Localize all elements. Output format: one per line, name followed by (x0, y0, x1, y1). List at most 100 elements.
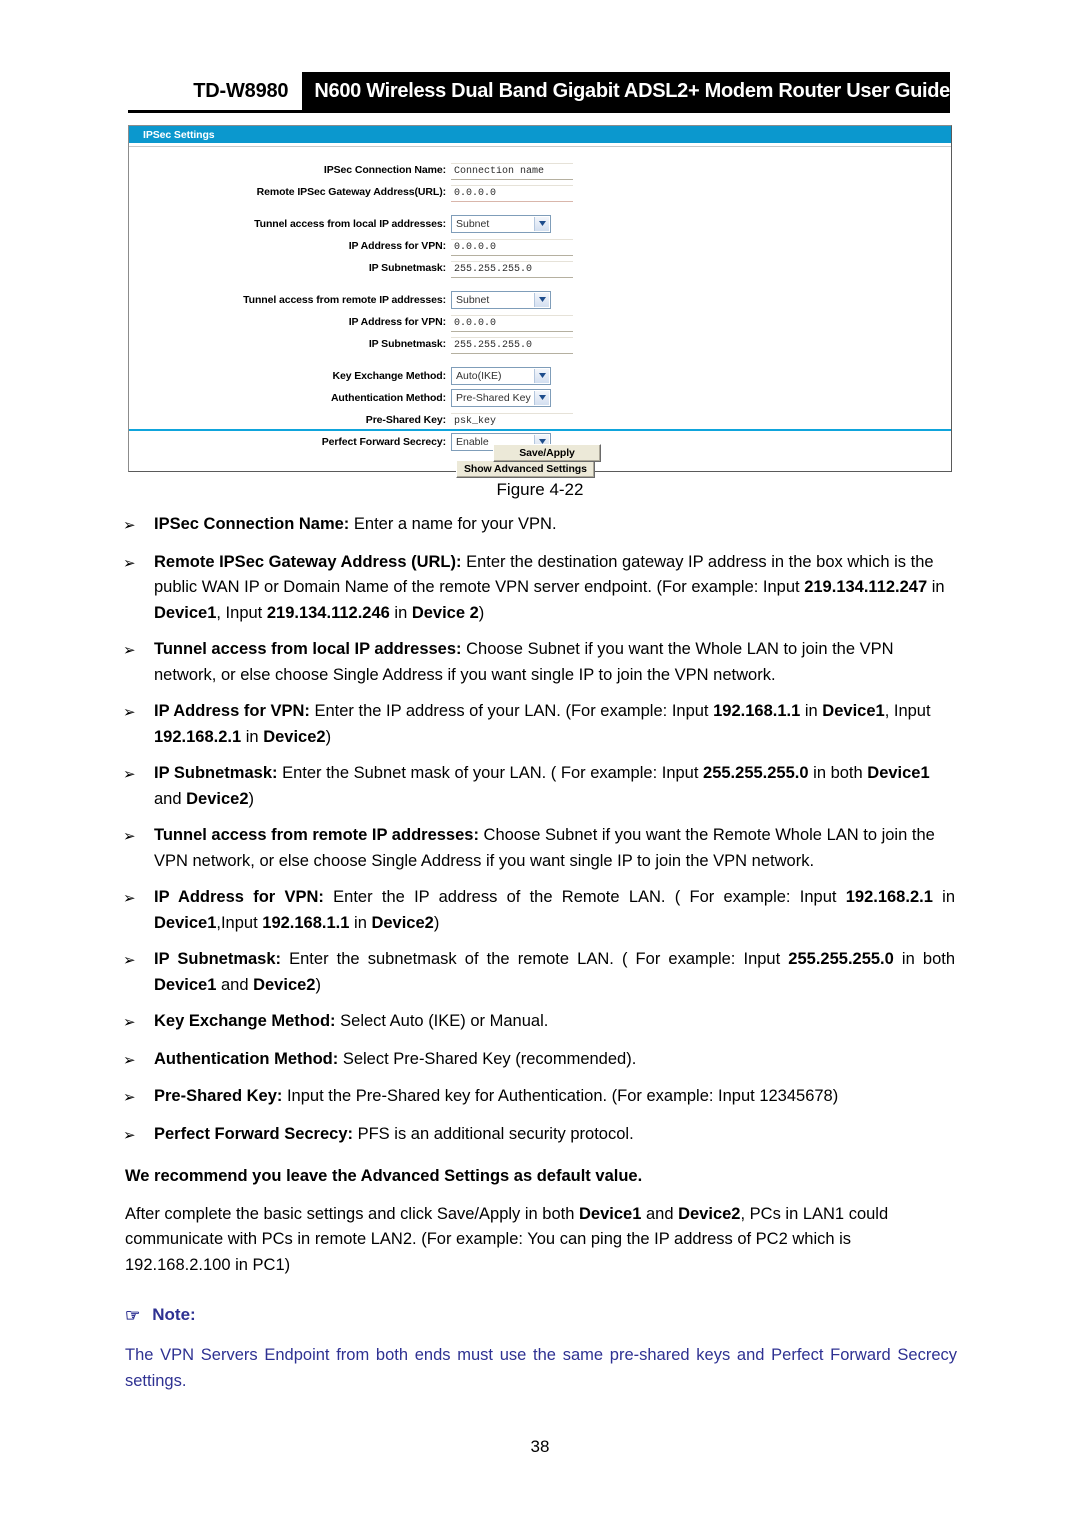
bullet-text: Authentication Method: Select Pre-Shared… (154, 1049, 637, 1068)
chevron-down-icon[interactable] (534, 368, 549, 383)
form-row-key-exchange: Key Exchange Method: Auto(IKE) (129, 365, 951, 386)
document-content: ➢ IPSec Connection Name: Enter a name fo… (123, 512, 955, 1290)
bullet-marker-icon: ➢ (123, 1089, 136, 1106)
label-tunnel-remote: Tunnel access from remote IP addresses: (243, 293, 446, 306)
label-remote-vpn-ip: IP Address for VPN: (348, 315, 446, 328)
field-remote-gateway (451, 182, 573, 202)
field-local-vpn-ip (451, 236, 573, 256)
field-key-exchange: Auto(IKE) (451, 366, 573, 385)
save-apply-button[interactable]: Save/Apply (493, 444, 601, 462)
bullet-text: IP Address for VPN: Enter the IP address… (154, 702, 931, 746)
show-advanced-settings-button[interactable]: Show Advanced Settings (456, 460, 595, 478)
bullet-connection-name: ➢ IPSec Connection Name: Enter a name fo… (123, 512, 955, 539)
bullet-tunnel-remote: ➢ Tunnel access from remote IP addresses… (123, 823, 955, 874)
tunnel-local-select-value: Subnet (456, 217, 490, 230)
remote-subnetmask-input[interactable] (451, 336, 573, 354)
remote-gateway-input[interactable] (451, 184, 573, 202)
local-vpn-ip-input[interactable] (451, 238, 573, 256)
form-row-local-subnetmask: IP Subnetmask: (129, 257, 951, 278)
form-row-preshared-key: Pre-Shared Key: (129, 409, 951, 430)
label-remote-subnetmask: IP Subnetmask: (368, 337, 446, 350)
bullet-local-subnetmask: ➢ IP Subnetmask: Enter the Subnet mask o… (123, 761, 955, 812)
bullet-preshared-key: ➢ Pre-Shared Key: Input the Pre-Shared k… (123, 1084, 955, 1111)
bullet-text: Remote IPSec Gateway Address (URL): Ente… (154, 552, 945, 622)
field-auth-method: Pre-Shared Key (451, 388, 573, 407)
label-key-exchange: Key Exchange Method: (332, 369, 446, 382)
bullet-marker-icon: ➢ (123, 766, 136, 783)
key-exchange-select[interactable]: Auto(IKE) (451, 366, 551, 385)
form-row-auth-method: Authentication Method: Pre-Shared Key (129, 387, 951, 408)
connection-name-input[interactable] (451, 162, 573, 180)
field-remote-vpn-ip (451, 312, 573, 332)
page-number: 38 (530, 1437, 550, 1456)
bullet-marker-icon: ➢ (123, 704, 136, 721)
field-remote-subnetmask (451, 334, 573, 354)
auth-method-select-value: Pre-Shared Key (456, 391, 531, 404)
key-exchange-select-value: Auto(IKE) (456, 369, 502, 382)
bullet-text: IPSec Connection Name: Enter a name for … (154, 515, 557, 533)
preshared-key-input[interactable] (451, 412, 573, 430)
save-apply-row: Save/Apply (129, 444, 951, 462)
bullet-marker-icon: ➢ (123, 890, 136, 907)
bullet-text: Key Exchange Method: Select Auto (IKE) o… (154, 1012, 549, 1030)
tunnel-local-select[interactable]: Subnet (451, 214, 551, 233)
chevron-down-icon[interactable] (534, 292, 549, 307)
figure-caption: Figure 4-22 (496, 480, 584, 499)
bullet-text: Pre-Shared Key: Input the Pre-Shared key… (154, 1087, 839, 1105)
closing-paragraph: After complete the basic settings and cl… (125, 1204, 889, 1274)
bullet-text: IP Subnetmask: Enter the Subnet mask of … (154, 764, 930, 808)
note-label: Note: (152, 1305, 196, 1324)
bullet-remote-vpn-ip: ➢ IP Address for VPN: Enter the IP addre… (123, 885, 955, 936)
bullet-key-exchange: ➢ Key Exchange Method: Select Auto (IKE)… (123, 1009, 955, 1036)
label-local-subnetmask: IP Subnetmask: (368, 261, 446, 274)
bullet-marker-icon: ➢ (123, 828, 136, 845)
field-preshared-key (451, 410, 573, 430)
bullet-text: IP Address for VPN: Enter the IP address… (154, 888, 955, 932)
header-model-name: TD-W8980 (128, 72, 303, 110)
panel-divider (129, 429, 951, 431)
bullet-marker-icon: ➢ (123, 952, 136, 969)
form-row-remote-gateway: Remote IPSec Gateway Address(URL): (129, 181, 951, 202)
bullet-text: IP Subnetmask: Enter the subnetmask of t… (154, 950, 956, 994)
note-heading: ☞ Note: (123, 1305, 957, 1325)
bullet-marker-icon: ➢ (123, 642, 136, 659)
field-local-subnetmask (451, 258, 573, 278)
bullet-remote-gateway: ➢ Remote IPSec Gateway Address (URL): En… (123, 550, 955, 627)
panel-title: IPSec Settings (129, 126, 951, 143)
bullet-text: Tunnel access from remote IP addresses: … (154, 826, 935, 870)
field-connection-name (451, 160, 573, 180)
chevron-down-icon[interactable] (534, 216, 549, 231)
form-row-tunnel-local: Tunnel access from local IP addresses: S… (129, 213, 951, 234)
tunnel-remote-select-value: Subnet (456, 293, 490, 306)
form-row-tunnel-remote: Tunnel access from remote IP addresses: … (129, 289, 951, 310)
bullet-text: Tunnel access from local IP addresses: C… (154, 640, 894, 684)
remote-vpn-ip-input[interactable] (451, 314, 573, 332)
bullet-marker-icon: ➢ (123, 517, 136, 534)
bullet-tunnel-local: ➢ Tunnel access from local IP addresses:… (123, 637, 955, 688)
bullet-remote-subnetmask: ➢ IP Subnetmask: Enter the subnetmask of… (123, 947, 955, 998)
note-block: ☞ Note: The VPN Servers Endpoint from bo… (123, 1305, 957, 1394)
label-preshared-key: Pre-Shared Key: (365, 413, 446, 426)
ipsec-settings-panel: IPSec Settings IPSec Connection Name: Re… (128, 125, 952, 478)
label-local-vpn-ip: IP Address for VPN: (348, 239, 446, 252)
recommendation-paragraph: We recommend you leave the Advanced Sett… (125, 1167, 643, 1185)
bullet-pfs: ➢ Perfect Forward Secrecy: PFS is an add… (123, 1122, 955, 1149)
header-rule (128, 110, 950, 113)
tunnel-remote-select[interactable]: Subnet (451, 290, 551, 309)
form-row-remote-vpn-ip: IP Address for VPN: (129, 311, 951, 332)
local-subnetmask-input[interactable] (451, 260, 573, 278)
form-row-local-vpn-ip: IP Address for VPN: (129, 235, 951, 256)
label-connection-name: IPSec Connection Name: (323, 163, 446, 176)
bullet-marker-icon: ➢ (123, 554, 136, 572)
document-header: TD-W8980 N600 Wireless Dual Band Gigabit… (128, 72, 950, 110)
bullet-marker-icon: ➢ (123, 1126, 136, 1144)
note-text: The VPN Servers Endpoint from both ends … (125, 1346, 957, 1390)
auth-method-select[interactable]: Pre-Shared Key (451, 388, 551, 407)
form-row-remote-subnetmask: IP Subnetmask: (129, 333, 951, 354)
bullet-marker-icon: ➢ (123, 1051, 136, 1069)
field-tunnel-remote: Subnet (451, 290, 573, 309)
label-tunnel-local: Tunnel access from local IP addresses: (254, 217, 446, 230)
bullet-local-vpn-ip: ➢ IP Address for VPN: Enter the IP addre… (123, 699, 955, 750)
header-product-title: N600 Wireless Dual Band Gigabit ADSL2+ M… (302, 72, 950, 110)
chevron-down-icon[interactable] (534, 390, 549, 405)
